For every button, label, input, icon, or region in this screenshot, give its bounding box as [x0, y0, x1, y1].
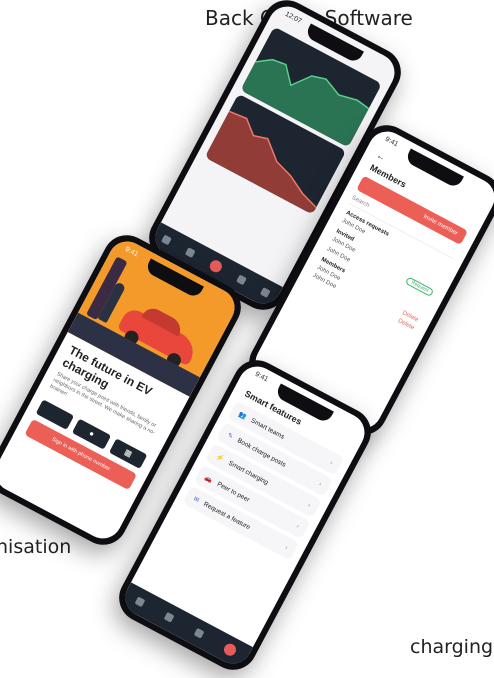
bolt-icon: ⚡	[214, 453, 226, 464]
nav-home-icon[interactable]	[134, 596, 146, 608]
nav-active-icon[interactable]	[207, 258, 224, 275]
nav-map-icon[interactable]	[163, 612, 175, 623]
nav-home-icon[interactable]	[161, 234, 173, 246]
nav-settings-icon[interactable]	[259, 286, 271, 298]
nav-active-icon[interactable]	[222, 641, 239, 658]
caption-organisation: nisation	[0, 536, 72, 558]
nav-list-icon[interactable]	[193, 627, 205, 639]
nav-chart-icon[interactable]	[184, 247, 196, 259]
bottom-nav	[118, 582, 253, 671]
book-icon: ✎	[225, 431, 235, 441]
nav-list-icon[interactable]	[235, 274, 247, 286]
team-icon: 👥	[237, 410, 248, 421]
request-icon: ✉	[192, 495, 201, 505]
member-action	[441, 271, 444, 276]
car-icon: 🚗	[203, 474, 214, 485]
member-action	[426, 300, 429, 305]
